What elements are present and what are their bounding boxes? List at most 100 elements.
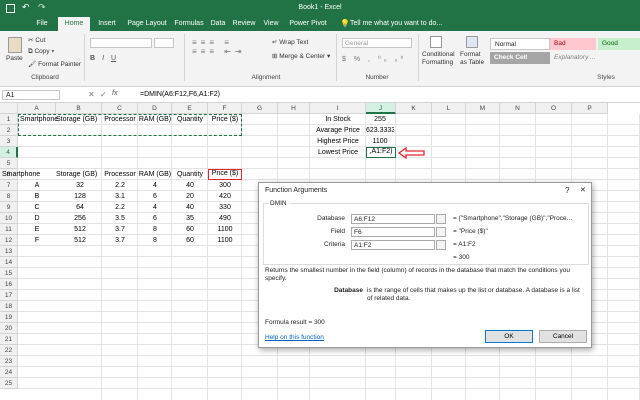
table-cell[interactable]: 512 xyxy=(56,235,104,246)
row-header[interactable]: 9 xyxy=(0,202,18,213)
ok-button[interactable]: OK xyxy=(485,330,533,343)
table-cell[interactable]: 8 xyxy=(138,235,172,246)
stat-label-highest[interactable]: Highest Price xyxy=(310,136,366,147)
table-cell[interactable]: 300 xyxy=(208,180,242,191)
tab-review[interactable]: Review xyxy=(230,17,258,31)
criteria-header[interactable]: Processor xyxy=(102,114,138,125)
collapse-dialog-icon[interactable] xyxy=(436,240,446,250)
table-cell[interactable]: 128 xyxy=(56,191,104,202)
cancel-button[interactable]: Cancel xyxy=(539,330,587,343)
column-header[interactable]: H xyxy=(278,103,310,114)
collapse-dialog-icon[interactable] xyxy=(436,214,446,224)
column-header[interactable]: I xyxy=(310,103,366,114)
redo-icon[interactable]: ↷ xyxy=(38,2,46,13)
criteria-header[interactable]: Storage (GB) xyxy=(56,114,104,125)
table-cell[interactable]: C xyxy=(18,202,56,213)
table-cell[interactable]: 60 xyxy=(172,224,208,235)
table-cell[interactable]: 64 xyxy=(56,202,104,213)
stat-value-average[interactable]: 623.3333 xyxy=(366,125,394,136)
row-header[interactable]: 3 xyxy=(0,136,18,147)
stat-value-in-stock[interactable]: 255 xyxy=(366,114,394,125)
row-header[interactable]: 16 xyxy=(0,279,18,290)
enter-formula-icon[interactable]: ✓ xyxy=(100,90,107,99)
column-header[interactable]: B xyxy=(56,103,102,114)
stat-label-lowest[interactable]: Lowest Price xyxy=(310,147,366,158)
table-cell[interactable]: A xyxy=(18,180,56,191)
wrap-text-button[interactable]: ↵ Wrap Text xyxy=(272,38,308,46)
row-header[interactable]: 5 xyxy=(0,158,18,169)
tab-data[interactable]: Data xyxy=(208,17,228,31)
font-name-box[interactable] xyxy=(90,38,152,48)
paste-icon[interactable] xyxy=(8,37,22,53)
align-buttons[interactable]: ≡≡≡ ≡ ≡≡≡ ⇤⇥ xyxy=(192,38,270,64)
active-cell-lowest[interactable]: ,A1:F2) xyxy=(366,147,396,158)
column-header[interactable]: J xyxy=(366,103,396,114)
row-header[interactable]: 25 xyxy=(0,378,18,389)
style-bad[interactable]: Bad xyxy=(550,38,596,50)
criteria-header[interactable]: Smartphone xyxy=(20,114,58,125)
row-header[interactable]: 2 xyxy=(0,125,18,136)
help-icon[interactable]: ? xyxy=(565,186,569,195)
criteria-header[interactable]: RAM (GB) xyxy=(138,114,172,125)
insert-function-icon[interactable]: fx xyxy=(112,90,117,97)
font-size-box[interactable] xyxy=(154,38,174,48)
paste-button[interactable]: Paste xyxy=(6,55,23,62)
row-header[interactable]: 10 xyxy=(0,213,18,224)
stat-label-in-stock[interactable]: In Stock xyxy=(310,114,366,125)
row-header[interactable]: 7 xyxy=(0,180,18,191)
row-header[interactable]: 14 xyxy=(0,257,18,268)
table-header[interactable]: Storage (GB) xyxy=(56,169,104,180)
tell-me-box[interactable]: Tell me what you want to do... xyxy=(350,17,450,31)
row-header[interactable]: 20 xyxy=(0,323,18,334)
format-as-table-button[interactable]: Format as Table xyxy=(460,51,488,67)
merge-center-button[interactable]: ⊞ Merge & Center ▾ xyxy=(272,52,330,60)
table-cell[interactable]: F xyxy=(18,235,56,246)
collapse-dialog-icon[interactable] xyxy=(436,227,446,237)
table-cell[interactable]: 490 xyxy=(208,213,242,224)
table-cell[interactable]: 3.5 xyxy=(102,213,138,224)
row-header[interactable]: 8 xyxy=(0,191,18,202)
column-header[interactable]: F xyxy=(208,103,242,114)
style-check-cell[interactable]: Check Cell xyxy=(490,52,550,64)
table-cell[interactable]: 3.7 xyxy=(102,224,138,235)
table-cell[interactable]: D xyxy=(18,213,56,224)
table-cell[interactable]: 40 xyxy=(172,180,208,191)
table-cell[interactable]: 2.2 xyxy=(102,202,138,213)
style-explanatory[interactable]: Explanatory ... xyxy=(550,52,610,64)
table-cell[interactable]: 6 xyxy=(138,213,172,224)
formula-input[interactable]: =DMIN(A6:F12,F6,A1:F2) xyxy=(140,90,636,100)
row-header[interactable]: 11 xyxy=(0,224,18,235)
table-cell[interactable]: 40 xyxy=(172,202,208,213)
table-cell[interactable]: 3.7 xyxy=(102,235,138,246)
table-cell[interactable]: 1100 xyxy=(208,224,242,235)
row-header[interactable]: 4 xyxy=(0,147,18,158)
table-cell[interactable]: 420 xyxy=(208,191,242,202)
row-header[interactable]: 19 xyxy=(0,312,18,323)
row-header[interactable]: 15 xyxy=(0,268,18,279)
row-header[interactable]: 1 xyxy=(0,114,18,125)
row-header[interactable]: 17 xyxy=(0,290,18,301)
stat-value-highest[interactable]: 1100 xyxy=(366,136,394,147)
tab-view[interactable]: View xyxy=(260,17,282,31)
row-header[interactable]: 22 xyxy=(0,345,18,356)
save-icon[interactable] xyxy=(6,4,15,13)
table-cell[interactable]: 512 xyxy=(56,224,104,235)
tab-insert[interactable]: Insert xyxy=(94,17,120,31)
table-cell[interactable]: 20 xyxy=(172,191,208,202)
format-painter-button[interactable]: 🖌 Format Painter xyxy=(28,60,81,68)
column-header[interactable]: N xyxy=(500,103,536,114)
table-cell[interactable]: 3.1 xyxy=(102,191,138,202)
column-header[interactable]: M xyxy=(466,103,500,114)
column-header[interactable]: G xyxy=(242,103,278,114)
column-header[interactable]: L xyxy=(432,103,466,114)
table-cell[interactable]: 1100 xyxy=(208,235,242,246)
table-cell[interactable]: 6 xyxy=(138,191,172,202)
table-cell[interactable]: E xyxy=(18,224,56,235)
table-cell[interactable]: 256 xyxy=(56,213,104,224)
table-header[interactable]: Quantity xyxy=(172,169,208,180)
table-cell[interactable]: 35 xyxy=(172,213,208,224)
database-input[interactable]: A6:F12 xyxy=(351,214,435,224)
cancel-formula-icon[interactable]: ✕ xyxy=(88,90,95,99)
row-header[interactable]: 23 xyxy=(0,356,18,367)
table-cell[interactable]: 60 xyxy=(172,235,208,246)
